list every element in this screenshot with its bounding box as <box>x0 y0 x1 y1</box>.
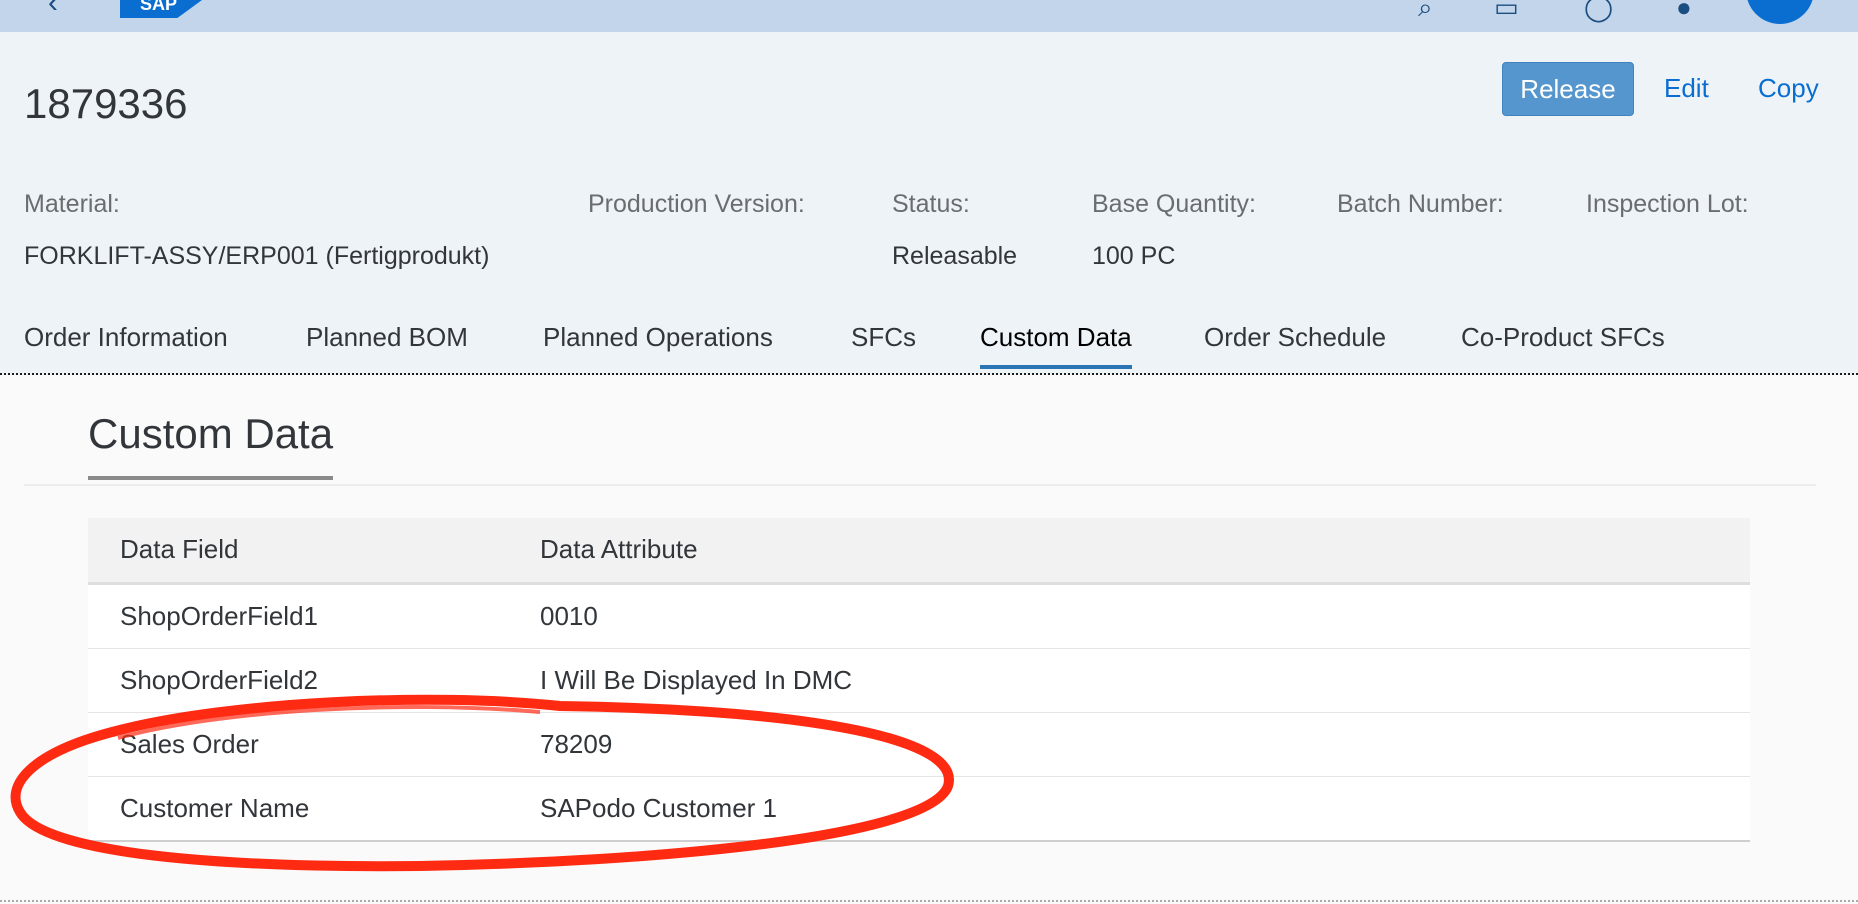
shell-bar: ‹ SAP ⌕ ▭ ◯ ● <box>0 0 1858 32</box>
notifications-icon[interactable]: ● <box>1676 0 1692 23</box>
data-field-cell: ShopOrderField2 <box>120 665 318 695</box>
section-title: Custom Data <box>88 410 334 480</box>
tab-sfcs[interactable]: SFCs <box>851 322 916 365</box>
edit-button[interactable]: Edit <box>1664 62 1709 114</box>
base-quantity-value: 100 PC <box>1092 242 1176 270</box>
copy-button[interactable]: Copy <box>1758 62 1819 114</box>
avatar[interactable] <box>1746 0 1814 24</box>
tab-planned-operations[interactable]: Planned Operations <box>543 322 773 365</box>
production-version-label: Production Version: <box>588 190 805 218</box>
table-row[interactable]: ShopOrderField1 0010 <box>88 585 1750 649</box>
table-row[interactable]: ShopOrderField2 I Will Be Displayed In D… <box>88 649 1750 713</box>
search-icon[interactable]: ⌕ <box>1418 0 1433 24</box>
table-header-row: Data Field Data Attribute <box>88 518 1750 585</box>
tab-order-schedule[interactable]: Order Schedule <box>1204 322 1386 365</box>
tab-separator <box>0 373 1858 375</box>
tab-order-information[interactable]: Order Information <box>24 322 228 365</box>
data-attribute-cell: SAPodo Customer 1 <box>540 793 778 823</box>
sap-logo[interactable]: SAP <box>120 0 202 18</box>
inspection-lot-label: Inspection Lot: <box>1586 190 1749 218</box>
back-icon[interactable]: ‹ <box>48 0 58 20</box>
status-value: Releasable <box>892 242 1018 270</box>
data-attribute-cell: I Will Be Displayed In DMC <box>540 665 853 695</box>
status-label: Status: <box>892 190 970 218</box>
help-icon[interactable]: ◯ <box>1584 0 1613 23</box>
data-attribute-cell: 78209 <box>540 729 613 759</box>
base-quantity-label: Base Quantity: <box>1092 190 1256 218</box>
table-row[interactable]: Customer Name SAPodo Customer 1 <box>88 777 1750 840</box>
logo-text: SAP <box>140 0 178 14</box>
material-label: Material: <box>24 190 120 218</box>
page-title: 1879336 <box>24 80 188 127</box>
table-row[interactable]: Sales Order 78209 <box>88 713 1750 777</box>
material-value: FORKLIFT-ASSY/ERP001 (Fertigprodukt) <box>24 242 490 270</box>
tab-co-product-sfcs[interactable]: Co-Product SFCs <box>1461 322 1665 365</box>
column-header-data-attribute[interactable]: Data Attribute <box>540 518 698 582</box>
data-field-cell: ShopOrderField1 <box>120 601 318 631</box>
data-attribute-cell: 0010 <box>540 601 598 631</box>
notes-icon[interactable]: ▭ <box>1494 0 1519 23</box>
release-button[interactable]: Release <box>1502 62 1634 116</box>
bottom-divider <box>0 900 1858 902</box>
batch-number-label: Batch Number: <box>1337 190 1504 218</box>
section-divider <box>24 484 1816 486</box>
tab-custom-data[interactable]: Custom Data <box>980 322 1132 369</box>
tab-bar: Order Information Planned BOM Planned Op… <box>0 322 1858 372</box>
tab-planned-bom[interactable]: Planned BOM <box>306 322 468 365</box>
custom-data-table: Data Field Data Attribute ShopOrderField… <box>88 518 1750 842</box>
column-header-data-field[interactable]: Data Field <box>120 518 239 582</box>
data-field-cell: Sales Order <box>120 729 259 759</box>
data-field-cell: Customer Name <box>120 793 310 823</box>
object-header: 1879336 Release Edit Copy Material: FORK… <box>0 32 1858 375</box>
